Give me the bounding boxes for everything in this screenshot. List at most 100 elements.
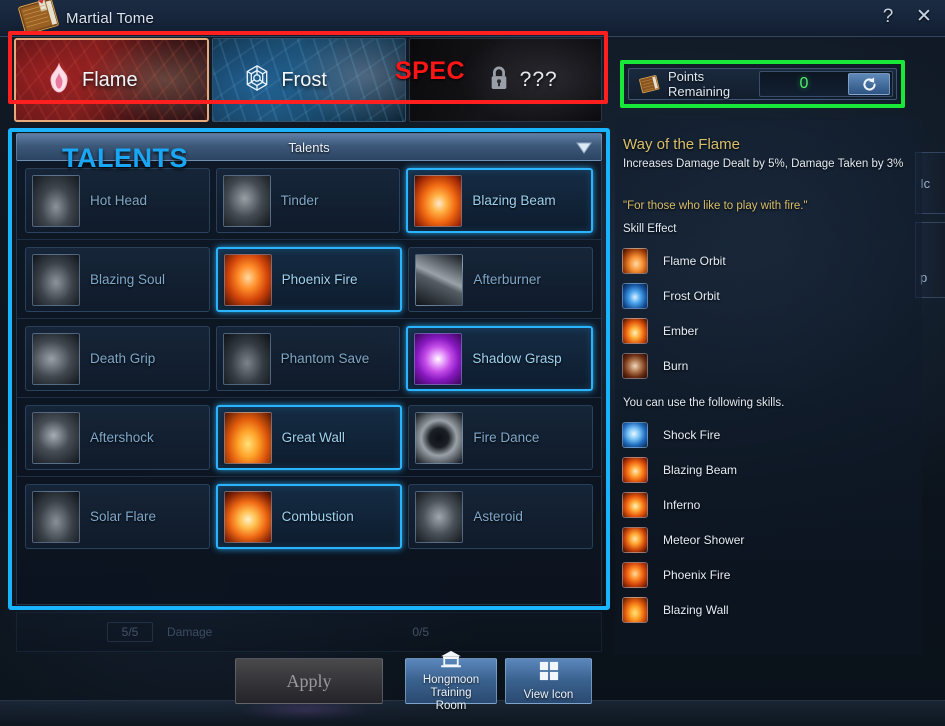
talent-icon <box>223 411 272 464</box>
talent-name: Hot Head <box>90 193 148 208</box>
talent-icon <box>414 174 463 227</box>
tome-icon <box>14 0 66 40</box>
info-title: Way of the Flame <box>623 136 740 153</box>
help-button[interactable]: ? <box>877 6 899 28</box>
talents-grid: Hot Head Tinder Blazing Beam Blazing Soul Ph… <box>16 161 602 605</box>
skill-icon <box>622 596 648 623</box>
ghost-label: Damage <box>167 625 213 639</box>
hongmoon-label-line1: Hongmoon Training <box>422 673 480 699</box>
skill-list-item[interactable]: Frost Orbit <box>622 278 922 313</box>
talent-name: Death Grip <box>90 351 156 366</box>
skill-icon <box>622 491 648 518</box>
skill-name: Inferno <box>663 497 701 512</box>
martial-tome-window: Ic p Martial Tome ? ✕ Flame Frost ??? SP… <box>0 0 945 726</box>
spec-tab-label: Flame <box>82 68 138 91</box>
talent-icon <box>32 174 80 227</box>
talent-name: Fire Dance <box>473 430 540 445</box>
talent-icon <box>223 253 272 306</box>
talent-name: Shadow Grasp <box>472 351 562 366</box>
talent-icon <box>222 174 271 227</box>
skill-name: Burn <box>663 358 689 373</box>
info-subtitle: Increases Damage Dealt by 5%, Damage Tak… <box>623 158 904 170</box>
talent-row: Solar Flare Combustion Asteroid <box>17 476 601 555</box>
talent-cell[interactable]: Combustion <box>215 484 403 549</box>
skill-name: Frost Orbit <box>663 288 720 303</box>
chevron-down-icon[interactable] <box>575 141 593 160</box>
talent-cell[interactable]: Shadow Grasp <box>406 326 594 391</box>
talent-cell[interactable]: Aftershock <box>25 405 210 470</box>
talents-ghost-row: 5/5 Damage 0/5 <box>16 612 602 652</box>
skill-name: Blazing Beam <box>663 462 738 477</box>
spec-tab-locked[interactable]: ??? <box>408 38 602 122</box>
skill-icon <box>622 282 648 309</box>
usable-skill-list: Shock Fire Blazing Beam Inferno Meteor Show… <box>622 417 922 627</box>
skill-list-item[interactable]: Burn <box>622 348 922 383</box>
spec-tab-bar: Flame Frost ??? <box>14 38 602 122</box>
talent-cell[interactable]: Hot Head <box>25 168 210 233</box>
talent-cell[interactable]: Phoenix Fire <box>215 247 403 312</box>
skill-icon <box>622 421 648 448</box>
talent-row: Death Grip Phantom Save Shadow Grasp <box>17 318 601 397</box>
talent-icon <box>415 411 464 464</box>
skill-icon <box>622 526 648 553</box>
skill-name: Phoenix Fire <box>663 567 731 582</box>
tome-icon <box>638 74 660 94</box>
talent-icon <box>32 253 80 306</box>
talent-icon <box>32 332 80 385</box>
ghost-right-value: 0/5 <box>412 625 430 639</box>
apply-button[interactable]: Apply <box>235 658 383 704</box>
talent-name: Phoenix Fire <box>281 272 358 287</box>
ghost-left-value: 5/5 <box>107 622 153 642</box>
talent-cell[interactable]: Blazing Beam <box>406 168 594 233</box>
talent-name: Combustion <box>281 509 354 524</box>
spec-tab-frost[interactable]: Frost <box>212 38 406 122</box>
talent-icon <box>415 490 464 543</box>
skill-list-item[interactable]: Ember <box>622 313 922 348</box>
reset-points-button[interactable] <box>848 73 890 95</box>
hongmoon-training-room-button[interactable]: Hongmoon Training Room <box>405 650 497 712</box>
talents-header-label: Talents <box>288 139 330 155</box>
talent-name: Great Wall <box>281 430 345 445</box>
skill-list-item[interactable]: Meteor Shower <box>622 522 922 557</box>
skill-icon <box>622 247 648 274</box>
spec-tab-label: Frost <box>281 68 327 91</box>
talent-cell[interactable]: Phantom Save <box>215 326 401 391</box>
skill-list-item[interactable]: Phoenix Fire <box>622 557 922 592</box>
skill-list-item[interactable]: Shock Fire <box>622 417 922 452</box>
talent-cell[interactable]: Fire Dance <box>408 405 594 470</box>
talent-cell[interactable]: Solar Flare <box>25 484 210 549</box>
skill-name: Shock Fire <box>663 427 721 442</box>
talent-name: Asteroid <box>473 509 523 524</box>
info-quote: "For those who like to play with fire." <box>623 200 808 212</box>
grid-icon <box>539 661 559 685</box>
close-button[interactable]: ✕ <box>913 6 935 28</box>
talent-name: Blazing Soul <box>90 272 166 287</box>
spec-tab-flame[interactable]: Flame <box>14 38 210 122</box>
talent-cell[interactable]: Blazing Soul <box>25 247 210 312</box>
talent-row: Aftershock Great Wall Fire Dance <box>17 397 601 476</box>
spec-tab-label: ??? <box>519 68 558 91</box>
skill-name: Meteor Shower <box>663 532 745 547</box>
snowflake-icon <box>243 64 271 97</box>
flame-icon <box>46 61 72 98</box>
skill-icon <box>622 352 648 379</box>
talent-icon <box>223 490 272 543</box>
talent-cell[interactable]: Afterburner <box>408 247 594 312</box>
talent-icon <box>415 253 464 306</box>
talent-cell[interactable]: Asteroid <box>408 484 594 549</box>
skill-list-item[interactable]: Flame Orbit <box>622 243 922 278</box>
skill-list-item[interactable]: Blazing Beam <box>622 452 922 487</box>
talent-icon <box>222 332 271 385</box>
talent-cell[interactable]: Great Wall <box>215 405 403 470</box>
talent-cell[interactable]: Tinder <box>215 168 401 233</box>
view-icon-button[interactable]: View Icon <box>505 658 592 704</box>
talents-dropdown-header[interactable]: Talents <box>16 133 602 161</box>
skill-list-item[interactable]: Inferno <box>622 487 922 522</box>
view-icon-label: View Icon <box>523 688 574 701</box>
talent-cell[interactable]: Death Grip <box>25 326 210 391</box>
skill-list-item[interactable]: Blazing Wall <box>622 592 922 627</box>
points-value-group: 0 <box>758 71 893 97</box>
talent-name: Blazing Beam <box>472 193 556 208</box>
window-controls: ? ✕ <box>877 6 935 28</box>
window-title: Martial Tome <box>66 9 154 27</box>
